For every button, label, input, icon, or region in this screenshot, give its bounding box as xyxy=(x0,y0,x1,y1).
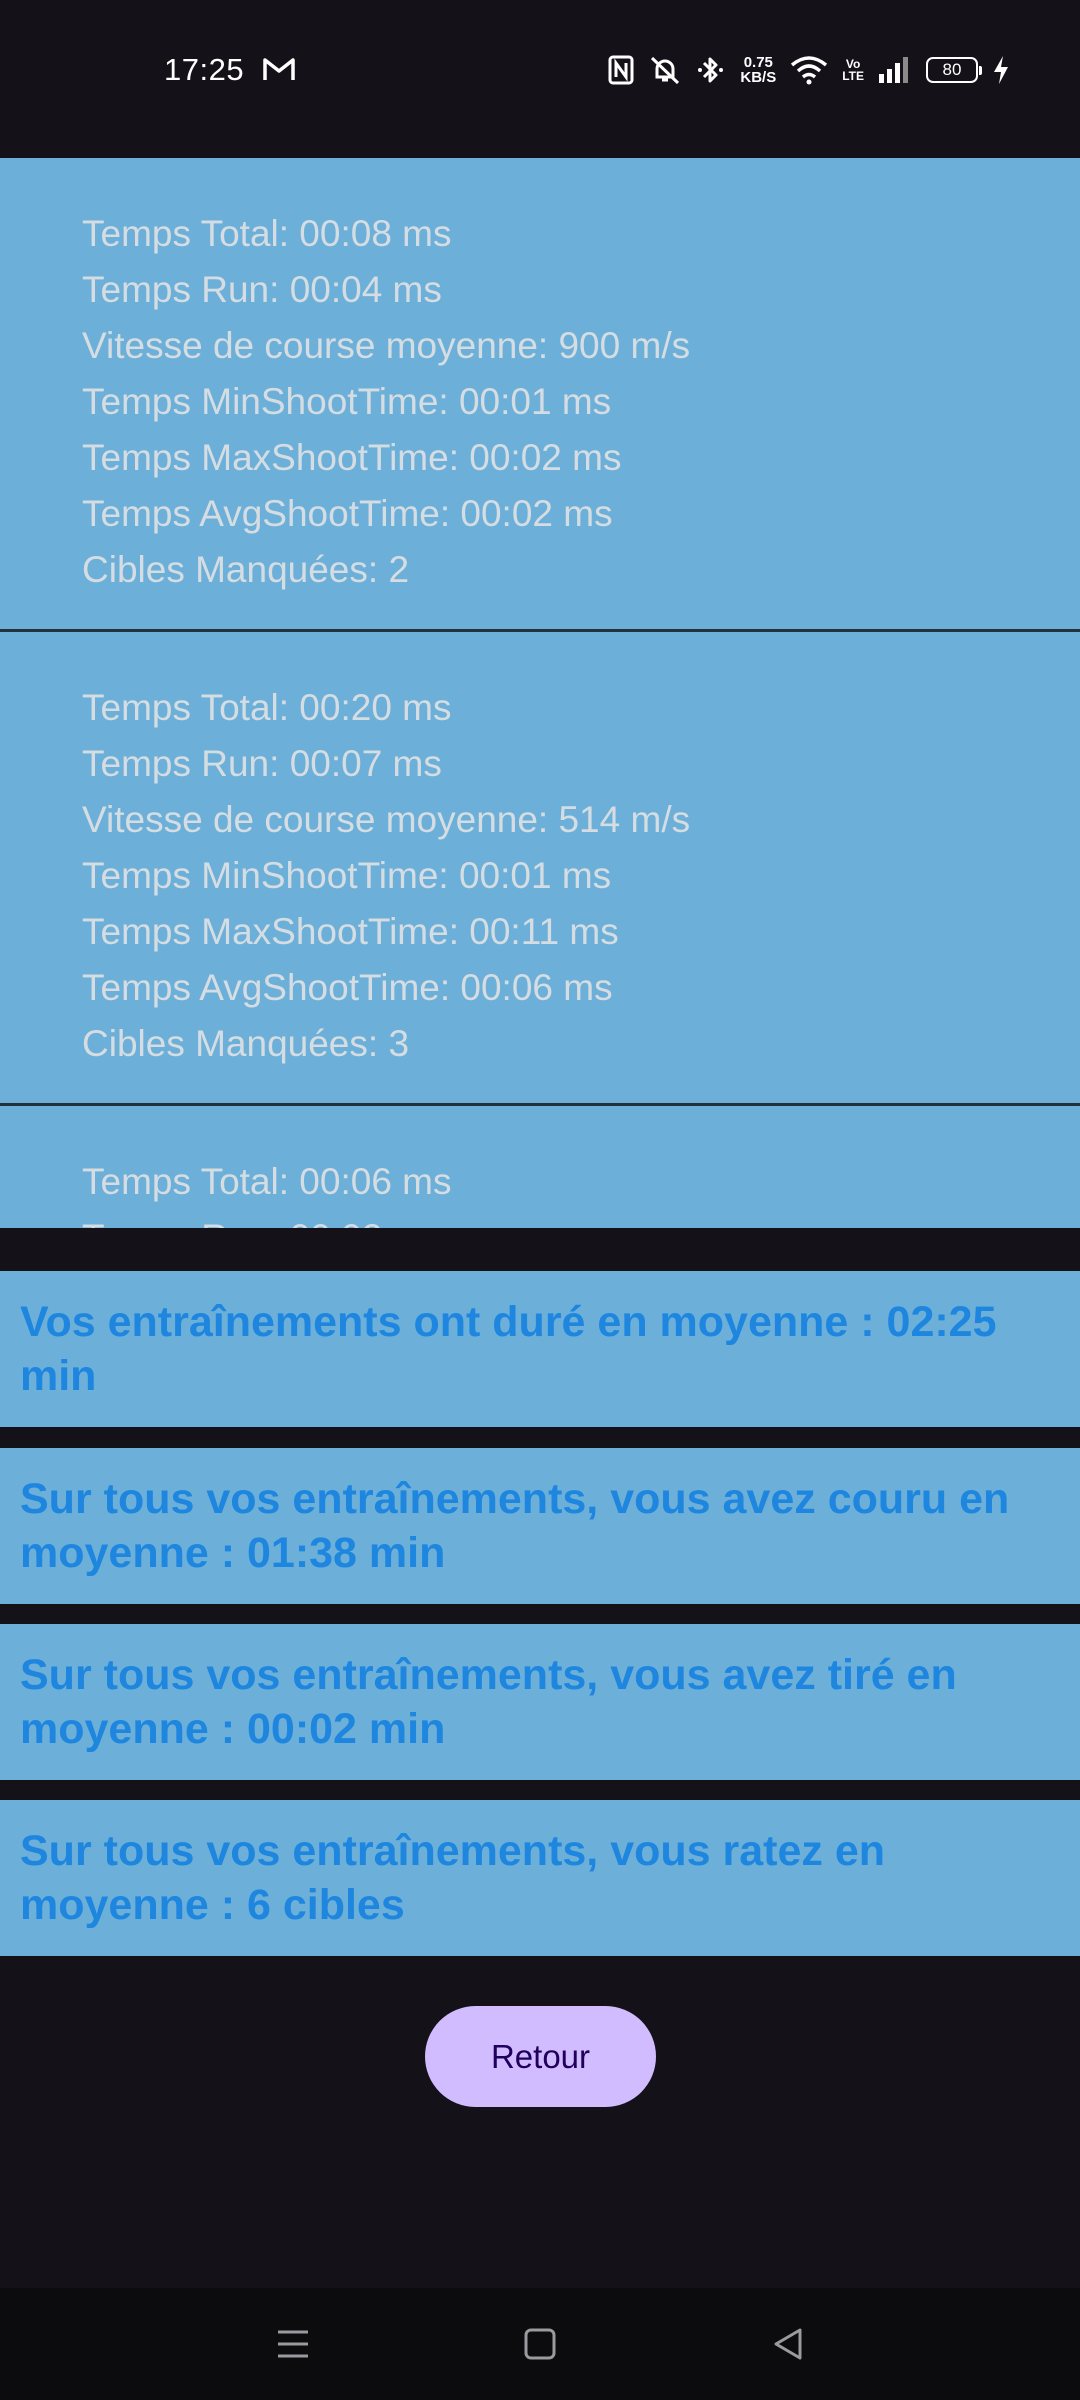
mute-icon xyxy=(651,56,680,85)
record-min-shoot-time: Temps MinShootTime: 00:01 ms xyxy=(82,855,612,896)
record-max-shoot-time: Temps MaxShootTime: 00:02 ms xyxy=(82,437,622,478)
nfc-icon xyxy=(608,55,634,85)
record-missed-targets: Cibles Manquées: 2 xyxy=(82,549,410,590)
training-record[interactable]: Temps Total: 00:06 ms Temps Run: 00:02 m… xyxy=(0,1106,1080,1228)
record-avg-shoot-time: Temps AvgShootTime: 00:02 ms xyxy=(82,493,613,534)
record-max-shoot-time: Temps MaxShootTime: 00:11 ms xyxy=(82,911,619,952)
record-run-time: Temps Run: 00:07 ms xyxy=(82,743,442,784)
summary-avg-missed: Sur tous vos entraînements, vous ratez e… xyxy=(0,1800,1080,1956)
volte-indicator: Vo LTE xyxy=(842,58,864,82)
battery-icon: 80 xyxy=(926,57,982,83)
charging-icon xyxy=(994,56,1008,84)
training-records-list[interactable]: Temps Total: 00:08 ms Temps Run: 00:04 m… xyxy=(0,158,1080,1228)
status-time: 17:25 xyxy=(164,52,245,87)
training-record[interactable]: Temps Total: 00:20 ms Temps Run: 00:07 m… xyxy=(0,632,1080,1106)
record-total-time: Temps Total: 00:20 ms xyxy=(82,687,452,728)
record-total-time: Temps Total: 00:06 ms xyxy=(82,1161,452,1202)
back-button[interactable]: Retour xyxy=(425,2006,656,2107)
home-icon[interactable] xyxy=(510,2314,570,2374)
status-icons: 0.75 KB/S Vo LTE 80 xyxy=(608,50,1010,90)
record-avg-shoot-time: Temps AvgShootTime: 00:06 ms xyxy=(82,967,613,1008)
status-bar: 17:25 0.75 KB/S Vo LTE 80 xyxy=(0,0,1080,158)
volte-bottom: LTE xyxy=(842,69,864,83)
bluetooth-icon xyxy=(698,57,724,83)
summary-avg-run: Sur tous vos entraînements, vous avez co… xyxy=(0,1448,1080,1604)
record-avg-speed: Vitesse de course moyenne: 900 m/s xyxy=(82,325,691,366)
training-record[interactable]: Temps Total: 00:08 ms Temps Run: 00:04 m… xyxy=(0,158,1080,632)
wifi-icon xyxy=(791,56,828,85)
gmail-icon xyxy=(263,58,295,80)
record-run-time: Temps Run: 00:02 ms xyxy=(82,1210,1080,1228)
summary-avg-duration: Vos entraînements ont duré en moyenne : … xyxy=(0,1271,1080,1427)
signal-icon xyxy=(879,57,908,83)
record-avg-speed: Vitesse de course moyenne: 514 m/s xyxy=(82,799,691,840)
record-total-time: Temps Total: 00:08 ms xyxy=(82,213,452,254)
navigation-bar xyxy=(0,2288,1080,2400)
net-speed-unit: KB/S xyxy=(740,69,777,86)
record-min-shoot-time: Temps MinShootTime: 00:01 ms xyxy=(82,381,612,422)
summary-avg-shoot: Sur tous vos entraînements, vous avez ti… xyxy=(0,1624,1080,1780)
net-speed-value: 0.75 xyxy=(743,54,773,71)
recents-icon[interactable] xyxy=(263,2314,323,2374)
battery-level: 80 xyxy=(942,60,962,79)
net-speed: 0.75 KB/S xyxy=(740,55,776,85)
record-missed-targets: Cibles Manquées: 3 xyxy=(82,1023,410,1064)
record-run-time: Temps Run: 00:04 ms xyxy=(82,269,442,310)
back-icon[interactable] xyxy=(758,2314,818,2374)
